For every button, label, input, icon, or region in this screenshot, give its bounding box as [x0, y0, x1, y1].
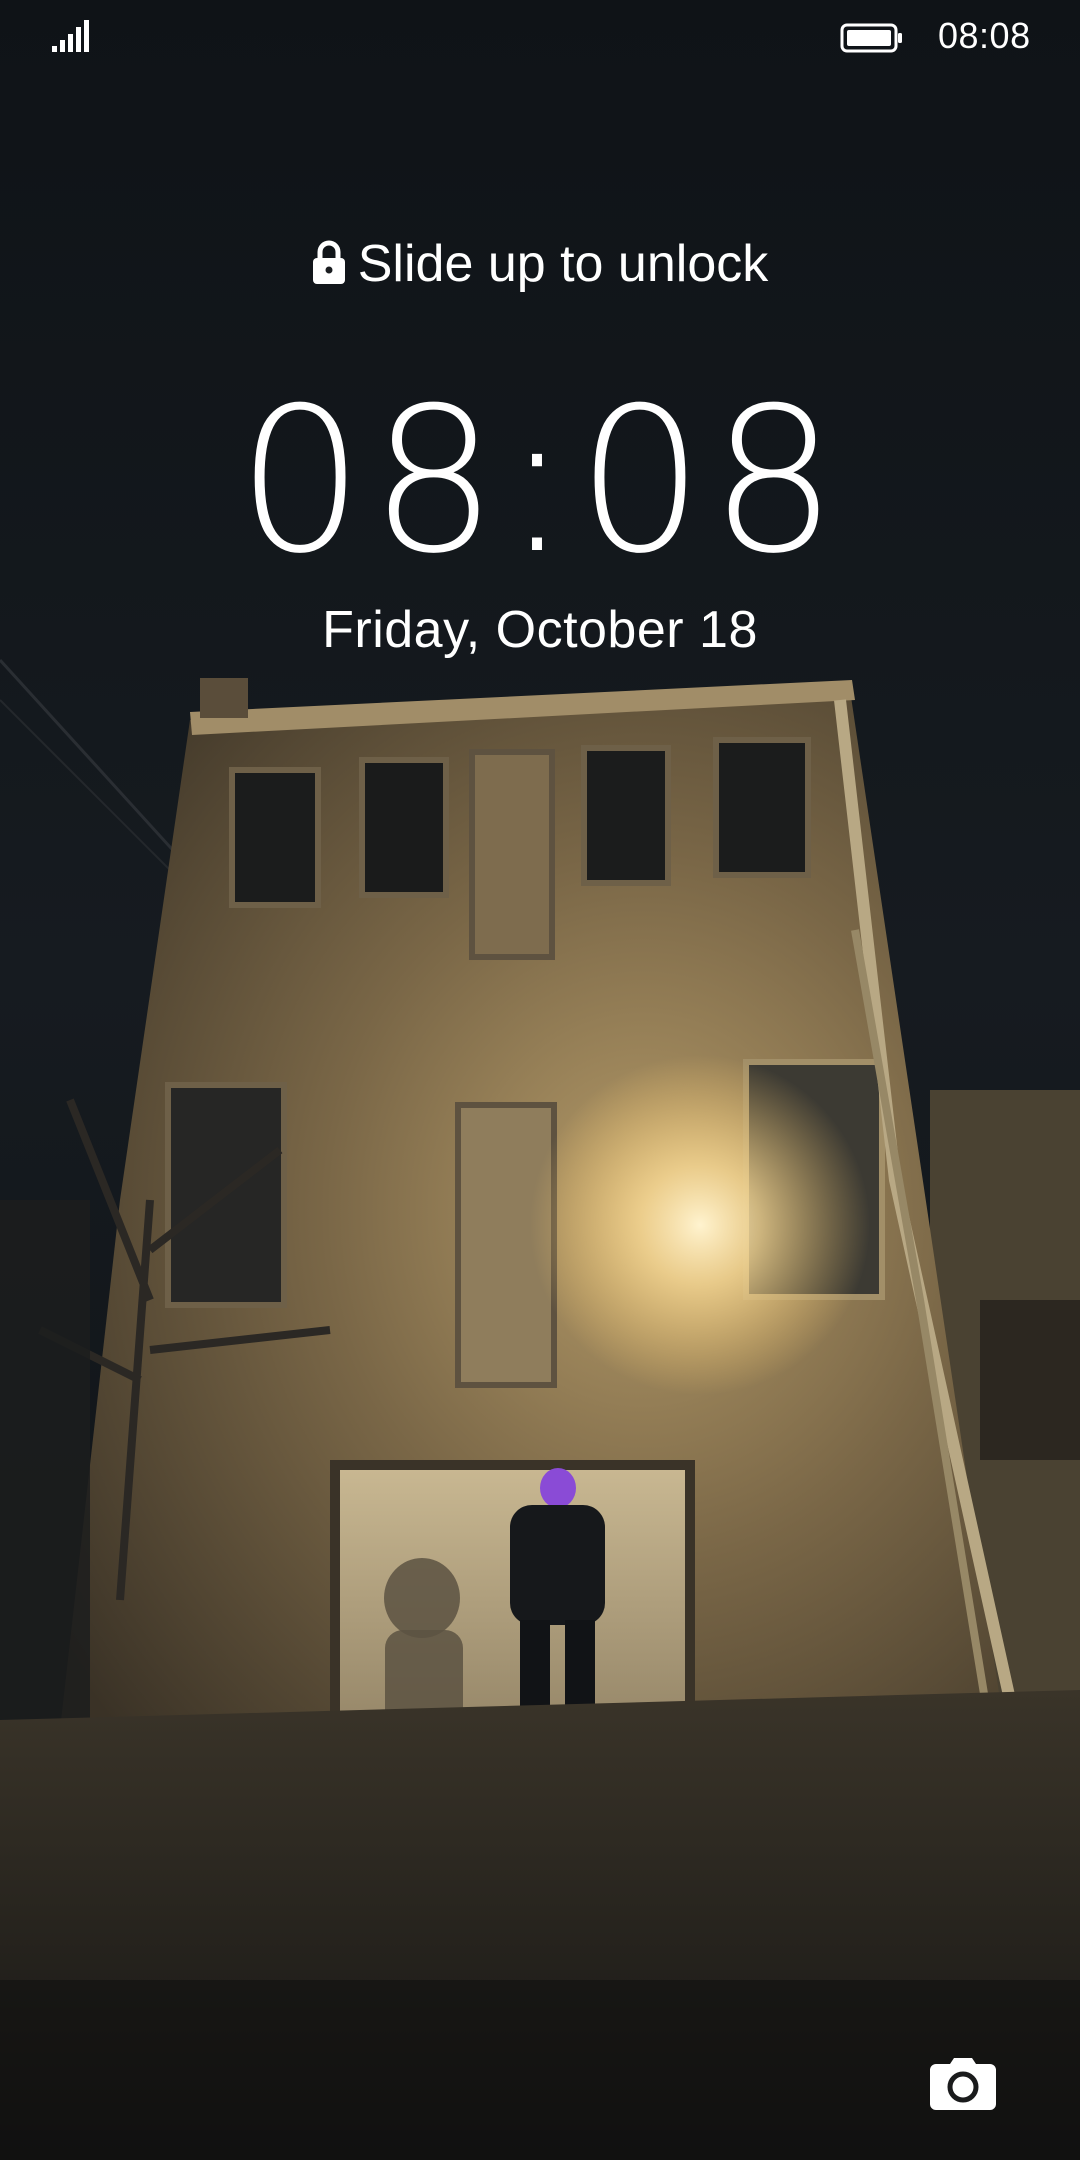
- wallpaper-image: [0, 0, 1080, 2160]
- lock-screen-clock: 08:08: [236, 365, 844, 598]
- status-time: 08:08: [938, 15, 1031, 56]
- cellular-signal-icon: [52, 20, 89, 52]
- status-bar: 08:08: [0, 0, 1080, 80]
- lock-screen[interactable]: 08:08 Slide up to unlock 08:08 Friday, O…: [0, 0, 1080, 2160]
- unlock-hint: Slide up to unlock: [0, 232, 1080, 296]
- lock-icon: [312, 240, 345, 284]
- camera-icon[interactable]: [930, 2058, 996, 2110]
- battery-full-icon: [840, 23, 902, 53]
- unlock-hint-text: Slide up to unlock: [357, 235, 769, 293]
- lock-screen-date: Friday, October 18: [322, 601, 758, 659]
